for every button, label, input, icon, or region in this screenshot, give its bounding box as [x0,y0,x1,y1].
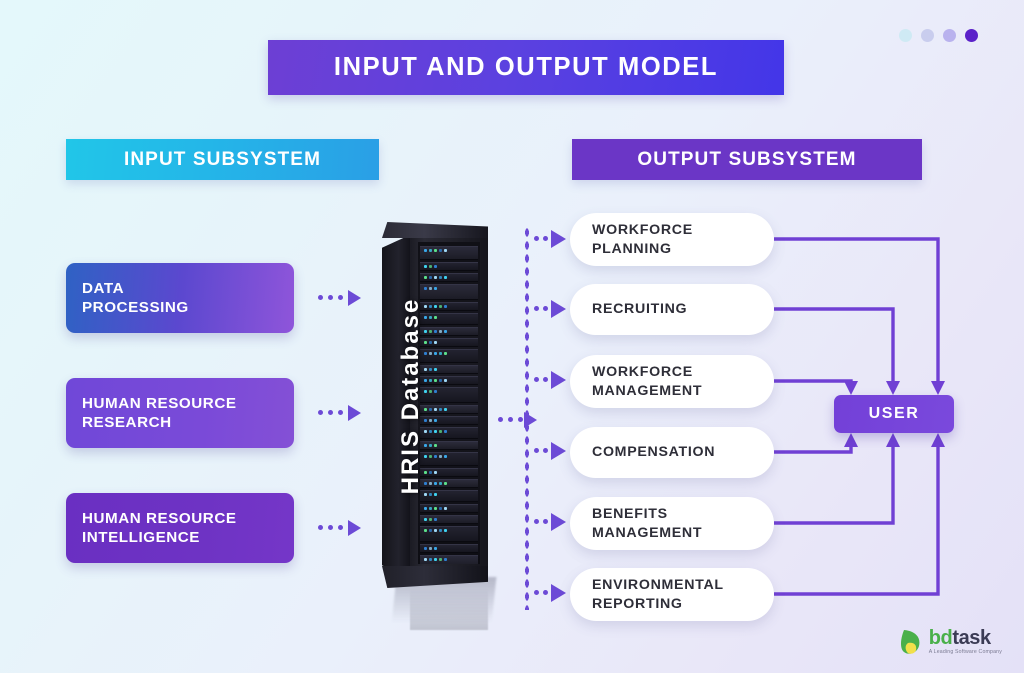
dotted-branch-arrow-icon [534,513,570,531]
output-node-line1: RECRUITING [592,301,688,317]
page-title-text: INPUT AND OUTPUT MODEL [333,53,719,81]
output-node-line2: MANAGEMENT [592,524,703,541]
output-node-environmental-reporting[interactable]: ENVIRONMENTAL REPORTING [570,568,774,621]
output-distribution-spine [524,226,530,610]
dotted-branch-arrow-icon [534,584,570,602]
dotted-arrow-icon [318,290,376,306]
input-node-line1: HUMAN RESOURCE [82,510,237,527]
input-node-line1: HUMAN RESOURCE [82,395,237,412]
input-subsystem-header: INPUT SUBSYSTEM [66,139,379,180]
output-node-workforce-management[interactable]: WORKFORCE MANAGEMENT [570,355,774,408]
rack-left-panel [382,234,412,579]
page-title: INPUT AND OUTPUT MODEL [268,40,784,95]
output-node-line1: COMPENSATION [592,444,716,460]
output-subsystem-header-text: OUTPUT SUBSYSTEM [637,148,857,170]
input-node-line2: RESEARCH [82,414,172,431]
connector-wires [774,237,945,596]
output-node-line2: REPORTING [592,595,683,612]
bdtask-wordmark: bdtask A Leading Software Company [929,628,1002,655]
dotted-arrow-icon [318,405,376,421]
output-node-recruiting[interactable]: RECRUITING [570,284,774,335]
diagram-canvas: INPUT AND OUTPUT MODEL INPUT SUBSYSTEM O… [0,0,1024,673]
decorative-dot-group [899,29,978,42]
logo-task: task [952,627,991,650]
input-node-data-processing[interactable]: DATA PROCESSING [66,263,294,333]
dotted-branch-arrow-icon [534,300,570,318]
dotted-branch-arrow-icon [534,442,570,460]
input-node-line2: INTELLIGENCE [82,529,200,546]
output-node-line1: WORKFORCE [592,363,693,380]
logo-tagline: A Leading Software Company [928,649,1002,656]
hris-database-server-rack: HRIS Database [378,222,503,630]
input-node-line2: PROCESSING [82,299,189,316]
dotted-arrow-icon [318,520,376,536]
output-node-compensation[interactable]: COMPENSATION [570,427,774,478]
output-node-line1: BENEFITS [592,505,668,522]
rack-server-units [418,242,480,564]
user-node-label: USER [868,405,920,422]
output-node-benefits-management[interactable]: BENEFITS MANAGEMENT [570,497,774,550]
output-node-line2: MANAGEMENT [592,382,703,399]
input-node-human-resource-research[interactable]: HUMAN RESOURCE RESEARCH [66,378,294,448]
logo-bd: bd [928,627,953,650]
output-node-line1: WORKFORCE [592,221,693,238]
output-node-line1: ENVIRONMENTAL [592,576,724,593]
input-subsystem-header-text: INPUT SUBSYSTEM [123,148,322,170]
rack-top [382,222,488,238]
input-node-human-resource-intelligence[interactable]: HUMAN RESOURCE INTELLIGENCE [66,493,294,563]
bdtask-logo: bdtask A Leading Software Company [898,627,1002,657]
output-node-line2: PLANNING [592,240,672,257]
decor-dot-1 [899,29,912,42]
bdtask-leaf-icon [898,627,924,657]
decor-dot-4 [965,29,978,42]
output-node-workforce-planning[interactable]: WORKFORCE PLANNING [570,213,774,266]
dotted-arrow-icon [498,412,542,428]
user-node[interactable]: USER [834,395,954,433]
dotted-branch-arrow-icon [534,371,570,389]
output-subsystem-header: OUTPUT SUBSYSTEM [572,139,922,180]
decor-dot-3 [943,29,956,42]
decor-dot-2 [921,29,934,42]
dotted-branch-arrow-icon [534,230,570,248]
input-node-line1: DATA [82,280,125,297]
rack-reflection [410,588,488,630]
